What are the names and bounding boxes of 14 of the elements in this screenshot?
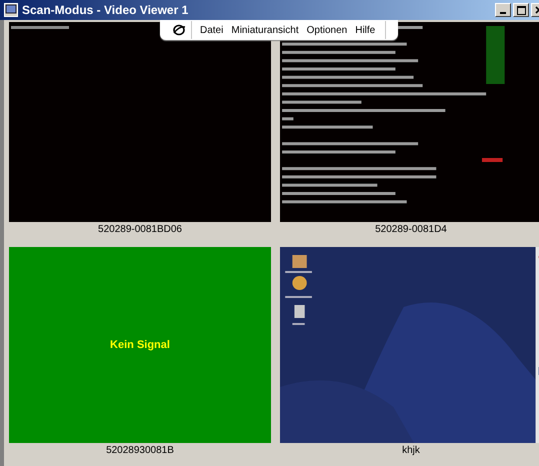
window-title: Scan-Modus - Video Viewer 1 xyxy=(22,3,188,17)
menu-item[interactable]: Datei xyxy=(196,24,228,36)
monitor-icon xyxy=(4,3,18,17)
no-signal-message: Kein Signal xyxy=(110,339,170,351)
video-label: 52028930081B xyxy=(106,444,174,458)
video-label: 520289-0081D4 xyxy=(375,223,447,237)
menu-item[interactable]: Optionen xyxy=(302,24,352,36)
video-label: 520289-0081BD06 xyxy=(98,223,182,237)
menu-item[interactable]: Hilfe xyxy=(351,24,380,36)
minimize-button[interactable] xyxy=(495,3,511,17)
maximize-icon xyxy=(516,6,526,14)
menu-item[interactable]: Miniaturansicht xyxy=(227,24,303,36)
maximize-button[interactable] xyxy=(513,3,529,17)
video-label: khjk xyxy=(402,444,420,458)
